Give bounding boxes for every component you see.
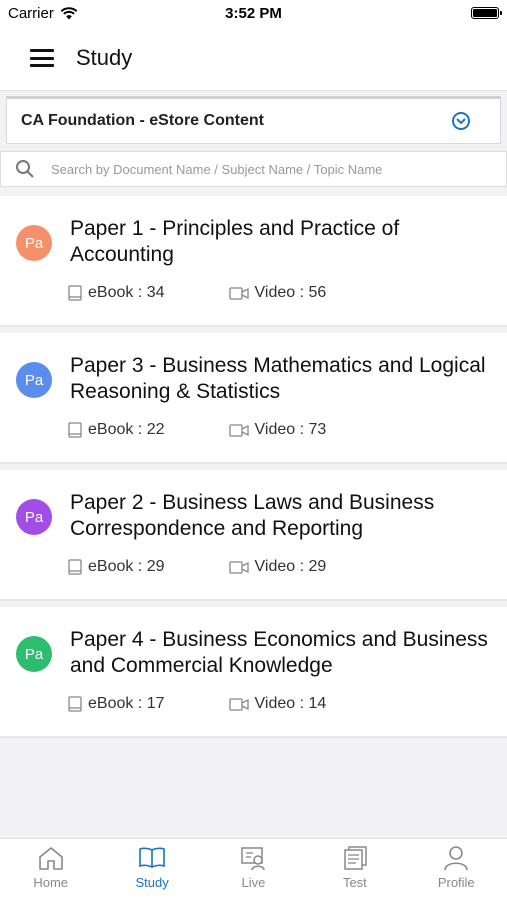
video-icon xyxy=(228,560,249,574)
video-count: Video : 56 xyxy=(228,284,327,302)
tab-home[interactable]: Home xyxy=(11,845,91,890)
profile-icon xyxy=(444,846,469,871)
tab-test-label: Test xyxy=(342,875,367,890)
paper-meta: eBook : 34 Video : 56 xyxy=(68,284,326,302)
test-icon xyxy=(344,846,367,870)
tab-live-label: Live xyxy=(241,875,266,890)
ebook-count-label: eBook : 17 xyxy=(88,695,165,712)
ebook-icon xyxy=(68,285,82,301)
status-bar: Carrier 3:52 PM xyxy=(0,0,507,26)
tab-study-label: Study xyxy=(135,875,169,890)
hamburger-menu-icon[interactable] xyxy=(30,49,54,67)
search-input[interactable] xyxy=(49,160,506,178)
paper-title: Paper 2 - Business Laws and Business Cor… xyxy=(70,491,435,540)
video-icon xyxy=(228,286,249,300)
video-count-label: Video : 56 xyxy=(254,284,327,301)
ebook-count: eBook : 22 xyxy=(68,421,165,439)
course-selector[interactable]: CA Foundation - eStore Content xyxy=(6,96,501,144)
tab-profile[interactable]: Profile xyxy=(416,845,496,890)
chevron-down-icon xyxy=(452,112,470,130)
avatar: Pa xyxy=(16,362,52,398)
tab-profile-label: Profile xyxy=(437,875,475,890)
ebook-count: eBook : 29 xyxy=(68,558,165,576)
ebook-count-label: eBook : 29 xyxy=(88,558,165,575)
avatar: Pa xyxy=(16,636,52,672)
ebook-count: eBook : 34 xyxy=(68,284,165,302)
paper-title: Paper 3 - Business Mathematics and Logic… xyxy=(70,354,486,403)
video-count: Video : 14 xyxy=(228,695,327,713)
video-count: Video : 29 xyxy=(228,558,327,576)
video-count-label: Video : 29 xyxy=(254,558,327,575)
bottom-tab-bar: Home Study Live Test Profile xyxy=(0,838,507,900)
video-count-label: Video : 73 xyxy=(254,421,327,438)
ebook-icon xyxy=(68,559,82,575)
ebook-icon xyxy=(68,422,82,438)
paper-title: Paper 1 - Principles and Practice of Acc… xyxy=(70,217,400,266)
tab-study[interactable]: Study xyxy=(112,845,192,890)
app-header: Study xyxy=(0,26,507,91)
page-title: Study xyxy=(76,45,133,70)
wifi-icon xyxy=(60,6,78,19)
paper-title: Paper 4 - Business Economics and Busines… xyxy=(70,628,488,677)
paper-meta: eBook : 22 Video : 73 xyxy=(68,421,326,439)
tab-live[interactable]: Live xyxy=(213,845,293,890)
video-icon xyxy=(228,423,249,437)
video-count-label: Video : 14 xyxy=(254,695,327,712)
search-icon xyxy=(16,160,34,178)
tab-home-label: Home xyxy=(33,875,69,890)
ebook-count: eBook : 17 xyxy=(68,695,165,713)
carrier-label: Carrier xyxy=(8,4,54,22)
tab-test[interactable]: Test xyxy=(315,845,395,890)
book-icon xyxy=(139,847,165,868)
paper-card[interactable]: Pa Paper 4 - Business Economics and Busi… xyxy=(0,607,507,738)
avatar: Pa xyxy=(16,499,52,535)
course-selector-label: CA Foundation - eStore Content xyxy=(21,112,264,129)
ebook-icon xyxy=(68,696,82,712)
live-icon xyxy=(241,847,266,871)
home-icon xyxy=(38,847,63,870)
ebook-count-label: eBook : 34 xyxy=(88,284,165,301)
search-bar xyxy=(0,151,507,187)
carrier-group: Carrier xyxy=(8,5,78,22)
avatar: Pa xyxy=(16,225,52,261)
ebook-count-label: eBook : 22 xyxy=(88,421,165,438)
video-count: Video : 73 xyxy=(228,421,327,439)
paper-card[interactable]: Pa Paper 3 - Business Mathematics and Lo… xyxy=(0,333,507,464)
paper-meta: eBook : 29 Video : 29 xyxy=(68,558,326,576)
paper-list: Pa Paper 1 - Principles and Practice of … xyxy=(0,196,507,744)
video-icon xyxy=(228,697,249,711)
paper-card[interactable]: Pa Paper 1 - Principles and Practice of … xyxy=(0,196,507,327)
paper-meta: eBook : 17 Video : 14 xyxy=(68,695,326,713)
paper-card[interactable]: Pa Paper 2 - Business Laws and Business … xyxy=(0,470,507,601)
battery-icon xyxy=(471,7,502,19)
